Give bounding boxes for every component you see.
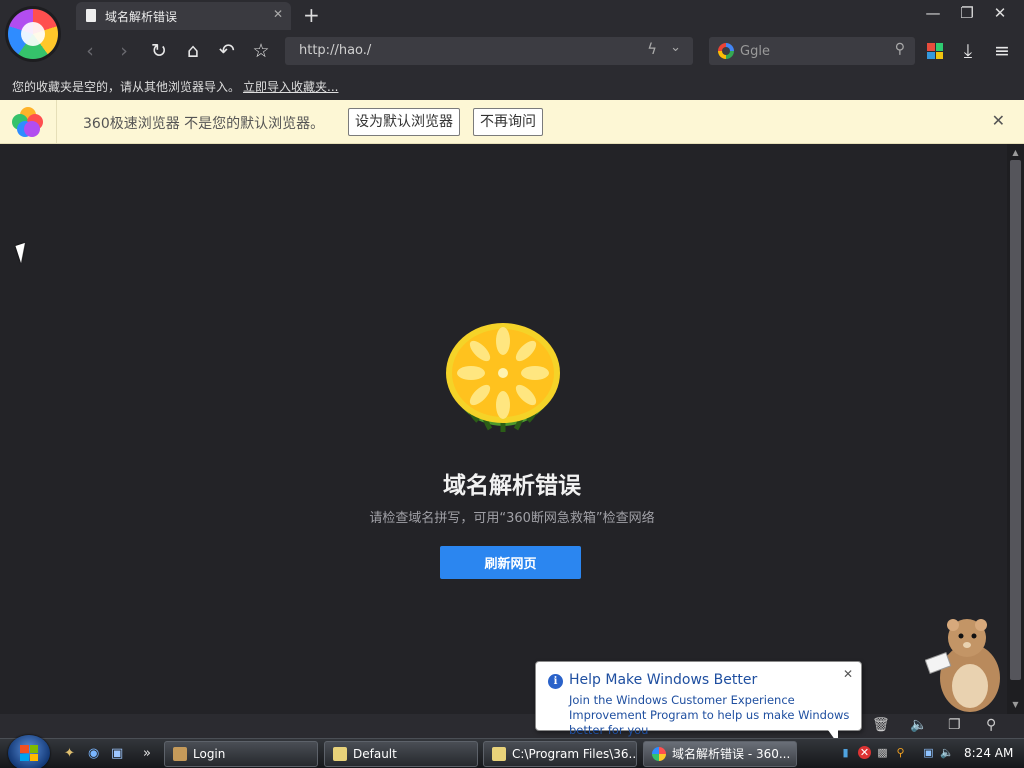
info-icon: i	[548, 674, 563, 689]
dont-ask-again-button[interactable]: 不再询问	[473, 108, 543, 136]
home-button[interactable]: ⌂	[180, 38, 206, 64]
bookmark-bar: 您的收藏夹是空的，请从其他浏览器导入。 立即导入收藏夹...	[0, 72, 1024, 100]
zoom-icon[interactable]: ⚲	[986, 717, 996, 733]
taskbar-item-browser[interactable]: 域名解析错误 - 360...	[643, 741, 797, 767]
browser-logo-icon[interactable]	[8, 9, 58, 59]
taskbar-item-label: Default	[353, 747, 397, 761]
windows-logo-icon	[20, 745, 38, 761]
notepad-icon	[333, 747, 347, 761]
hamster-widget[interactable]	[925, 616, 1005, 716]
bookmark-star-button[interactable]: ☆	[248, 38, 274, 64]
tray-search-icon[interactable]: ⚲	[894, 746, 907, 759]
taskbar-item-label: C:\Program Files\36...	[512, 747, 637, 761]
new-tab-button[interactable]: +	[303, 3, 320, 27]
refresh-page-button[interactable]: 刷新网页	[440, 546, 581, 579]
page-content: 域名解析错误 请检查域名拼写，可用“360断网急救箱”检查网络 刷新网页	[0, 144, 1007, 714]
login-app-icon	[173, 747, 187, 761]
error-subtitle: 请检查域名拼写，可用“360断网急救箱”检查网络	[369, 511, 655, 526]
tab-close-icon[interactable]: ✕	[273, 7, 283, 21]
search-box[interactable]: ⚲	[709, 37, 915, 65]
taskbar-clock[interactable]: 8:24 AM	[964, 746, 1013, 760]
watermelon-illustration	[446, 323, 560, 432]
taskbar-item-program-files[interactable]: C:\Program Files\36...	[483, 741, 637, 767]
banner-close-icon[interactable]: ✕	[992, 111, 1005, 130]
banner-message: 360极速浏览器 不是您的默认浏览器。	[83, 116, 325, 132]
back-button[interactable]: ‹	[77, 38, 103, 64]
vertical-scrollbar[interactable]: ▲ ▼	[1007, 144, 1024, 714]
browser-tab[interactable]: 域名解析错误 ✕	[76, 2, 291, 30]
tray-network-icon[interactable]: ▮	[839, 746, 852, 759]
tray-volume-icon[interactable]: 🔈	[940, 746, 954, 759]
reload-button[interactable]: ↻	[146, 38, 172, 64]
page-icon	[86, 9, 96, 22]
trash-icon[interactable]: 🗑	[872, 717, 890, 733]
show-desktop-icon[interactable]: ▣	[111, 746, 123, 761]
tab-title: 域名解析错误	[105, 10, 178, 24]
start-button[interactable]	[8, 735, 50, 768]
quicklaunch-app-icon[interactable]: ✦	[64, 746, 75, 761]
balloon-title: Help Make Windows Better	[569, 672, 758, 688]
menu-icon[interactable]: ≡	[989, 38, 1015, 64]
taskbar-item-default[interactable]: Default	[324, 741, 478, 767]
tray-tool-icon[interactable]: ▩	[876, 746, 889, 759]
taskbar-item-login[interactable]: Login	[164, 741, 318, 767]
restore-button[interactable]: ❐	[952, 4, 982, 22]
taskbar-item-label: 域名解析错误 - 360...	[672, 747, 791, 761]
volume-icon[interactable]: 🔈	[910, 717, 927, 733]
browser-logo-small-icon	[12, 107, 44, 137]
address-url[interactable]: http://hao./	[299, 43, 371, 58]
taskbar: ✦ ◉ ▣ » Login Default C:\Program Files\3…	[0, 735, 1024, 768]
lightning-icon[interactable]: ϟ	[647, 40, 657, 58]
error-title: 域名解析错误	[443, 473, 581, 499]
scroll-down-icon[interactable]: ▼	[1007, 700, 1024, 709]
search-icon[interactable]: ⚲	[895, 41, 905, 57]
search-input[interactable]	[740, 41, 890, 61]
navigation-bar: ‹ › ↻ ⌂ ↶ ☆ http://hao./ ϟ ⌄ ⚲ ⤓ ≡	[0, 30, 1024, 72]
notepad-icon	[492, 747, 506, 761]
import-bookmarks-link[interactable]: 立即导入收藏夹...	[243, 78, 338, 95]
scroll-up-icon[interactable]: ▲	[1007, 148, 1024, 157]
quicklaunch-browser-icon[interactable]: ◉	[88, 746, 99, 761]
bookmark-empty-message: 您的收藏夹是空的，请从其他浏览器导入。	[12, 80, 241, 94]
tray-monitor-icon[interactable]: ▣	[922, 746, 935, 759]
window-icon[interactable]: ❐	[948, 717, 961, 733]
search-engine-icon[interactable]	[718, 43, 734, 59]
balloon-body: Join the Windows Customer Experience Imp…	[569, 693, 850, 737]
tray-security-icon[interactable]: ✕	[858, 746, 871, 759]
browser-icon	[652, 747, 666, 761]
taskbar-item-label: Login	[193, 747, 226, 761]
balloon-close-icon[interactable]: ✕	[843, 667, 853, 681]
browser-status-bar: 🗑 🔈 ❐ ⚲	[0, 714, 1024, 738]
notification-balloon[interactable]: i Help Make Windows Better Join the Wind…	[535, 661, 862, 744]
set-default-browser-button[interactable]: 设为默认浏览器	[348, 108, 460, 136]
forward-button[interactable]: ›	[111, 38, 137, 64]
close-window-button[interactable]: ✕	[985, 4, 1015, 22]
scrollbar-thumb[interactable]	[1010, 160, 1021, 680]
minimize-button[interactable]: —	[918, 4, 948, 22]
default-browser-banner: 360极速浏览器 不是您的默认浏览器。 设为默认浏览器 不再询问 ✕	[0, 100, 1024, 144]
banner-divider	[56, 100, 57, 144]
chevron-down-icon[interactable]: ⌄	[670, 40, 681, 55]
address-bar[interactable]: http://hao./ ϟ ⌄	[285, 37, 693, 65]
title-bar: 域名解析错误 ✕ + — ❐ ✕	[0, 0, 1024, 30]
apps-icon[interactable]	[927, 43, 943, 59]
quicklaunch-more-icon[interactable]: »	[143, 746, 151, 761]
download-icon[interactable]: ⤓	[955, 38, 981, 64]
undo-close-button[interactable]: ↶	[214, 38, 240, 64]
